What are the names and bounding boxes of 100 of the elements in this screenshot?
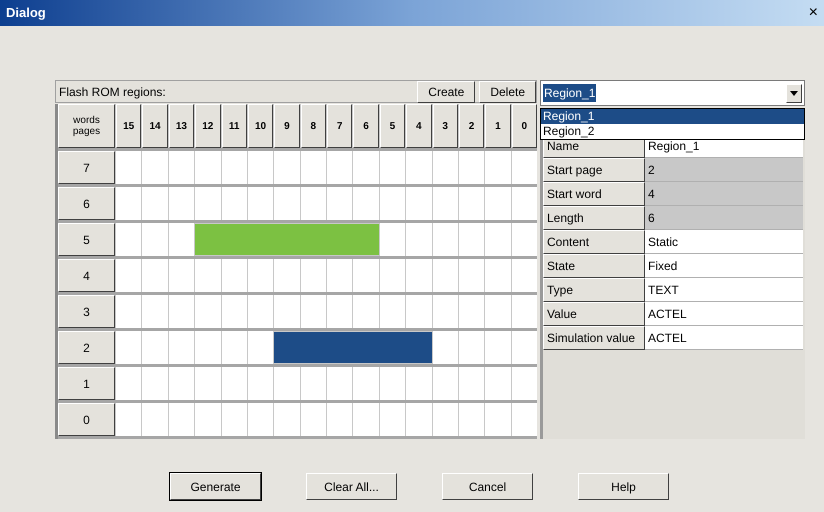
grid-cell[interactable] xyxy=(300,403,326,436)
grid-cell[interactable] xyxy=(406,187,432,220)
grid-cell[interactable] xyxy=(248,151,274,184)
grid-cell[interactable] xyxy=(353,259,379,292)
grid-cell[interactable] xyxy=(327,187,352,220)
grid-cell[interactable] xyxy=(512,187,537,220)
grid-cell[interactable] xyxy=(406,259,432,292)
dialog-button[interactable]: Help xyxy=(578,473,669,500)
grid-cell[interactable] xyxy=(432,331,458,364)
grid-cell[interactable] xyxy=(406,223,432,256)
grid-cell[interactable] xyxy=(142,187,168,220)
property-value[interactable]: TEXT xyxy=(645,278,803,302)
grid-cell[interactable] xyxy=(458,223,484,256)
grid-cell[interactable] xyxy=(116,151,142,184)
grid-cell[interactable] xyxy=(248,403,274,436)
grid-cell[interactable] xyxy=(222,295,247,328)
grid-cell[interactable] xyxy=(195,259,220,292)
grid-cell[interactable] xyxy=(116,331,142,364)
grid-cell[interactable] xyxy=(195,151,220,184)
grid-cell[interactable] xyxy=(222,259,247,292)
grid-cell[interactable] xyxy=(248,187,274,220)
property-value[interactable]: Static xyxy=(645,230,803,254)
grid-cell[interactable] xyxy=(327,259,352,292)
grid-cell[interactable] xyxy=(327,151,352,184)
grid-cell[interactable] xyxy=(380,367,406,400)
property-value[interactable]: ACTEL xyxy=(645,326,803,350)
grid-cell[interactable] xyxy=(380,187,406,220)
grid-cell[interactable] xyxy=(512,259,537,292)
grid-cell[interactable] xyxy=(512,403,537,436)
grid-cell[interactable] xyxy=(380,295,406,328)
grid-cell[interactable] xyxy=(274,295,300,328)
grid-cell[interactable] xyxy=(485,187,511,220)
grid-cell[interactable] xyxy=(432,223,458,256)
grid-cell[interactable] xyxy=(142,223,168,256)
grid-cell[interactable] xyxy=(353,295,379,328)
property-value[interactable]: ACTEL xyxy=(645,302,803,326)
grid-cell[interactable] xyxy=(353,367,379,400)
grid-cell[interactable] xyxy=(222,403,247,436)
grid-cell[interactable] xyxy=(432,295,458,328)
grid-cell[interactable] xyxy=(274,367,300,400)
filled-cell[interactable] xyxy=(405,332,432,363)
filled-cell[interactable] xyxy=(274,332,300,363)
grid-cell[interactable] xyxy=(168,295,194,328)
grid-cell[interactable] xyxy=(300,367,326,400)
grid-cell[interactable] xyxy=(142,295,168,328)
grid-cell[interactable] xyxy=(406,367,432,400)
grid-cell[interactable] xyxy=(512,331,537,364)
grid-cell[interactable] xyxy=(195,367,220,400)
dialog-button[interactable]: Generate xyxy=(170,473,261,500)
grid-cell[interactable] xyxy=(142,331,168,364)
grid-cell[interactable] xyxy=(142,367,168,400)
grid-cell[interactable] xyxy=(274,403,300,436)
grid-cell[interactable] xyxy=(458,295,484,328)
grid-cell[interactable] xyxy=(327,295,352,328)
grid-cell[interactable] xyxy=(248,259,274,292)
grid-cell[interactable] xyxy=(485,259,511,292)
grid-cell[interactable] xyxy=(485,403,511,436)
grid-cell[interactable] xyxy=(248,367,274,400)
grid-cell[interactable] xyxy=(353,187,379,220)
region-combo[interactable]: Region_1 xyxy=(540,80,805,106)
grid-cell[interactable] xyxy=(432,151,458,184)
grid-cell[interactable] xyxy=(485,367,511,400)
dialog-button[interactable]: Cancel xyxy=(442,473,533,500)
grid-cell[interactable] xyxy=(380,403,406,436)
grid-cell[interactable] xyxy=(300,187,326,220)
grid-cell[interactable] xyxy=(512,223,537,256)
grid-cell[interactable] xyxy=(274,259,300,292)
grid-cell[interactable] xyxy=(432,367,458,400)
grid-cell[interactable] xyxy=(142,259,168,292)
grid-cell[interactable] xyxy=(485,223,511,256)
grid-cell[interactable] xyxy=(432,403,458,436)
grid-cell[interactable] xyxy=(512,295,537,328)
grid-cell[interactable] xyxy=(195,403,220,436)
grid-cell[interactable] xyxy=(380,259,406,292)
grid-cell[interactable] xyxy=(380,223,406,256)
grid-cell[interactable] xyxy=(406,295,432,328)
grid-cell[interactable] xyxy=(168,403,194,436)
grid-cell[interactable] xyxy=(222,367,247,400)
grid-cell[interactable] xyxy=(168,223,194,256)
grid-cell[interactable] xyxy=(458,403,484,436)
grid-cell[interactable] xyxy=(485,331,511,364)
grid-cell[interactable] xyxy=(327,367,352,400)
grid-cell[interactable] xyxy=(222,187,247,220)
grid-cell[interactable] xyxy=(512,151,537,184)
grid-cell[interactable] xyxy=(274,151,300,184)
grid-cell[interactable] xyxy=(116,295,142,328)
dropdown-option[interactable]: Region_1 xyxy=(541,109,804,124)
grid-cell[interactable] xyxy=(116,367,142,400)
grid-cell[interactable] xyxy=(248,331,274,364)
grid-cell[interactable] xyxy=(168,331,194,364)
grid-cell[interactable] xyxy=(195,331,220,364)
grid-cell[interactable] xyxy=(406,151,432,184)
grid-cell[interactable] xyxy=(458,331,484,364)
create-button[interactable]: Create xyxy=(417,80,476,102)
delete-button[interactable]: Delete xyxy=(479,80,536,102)
grid-cell[interactable] xyxy=(458,187,484,220)
grid-cell[interactable] xyxy=(458,151,484,184)
grid-cell[interactable] xyxy=(195,187,220,220)
grid-cell[interactable] xyxy=(485,151,511,184)
grid-cell[interactable] xyxy=(353,151,379,184)
